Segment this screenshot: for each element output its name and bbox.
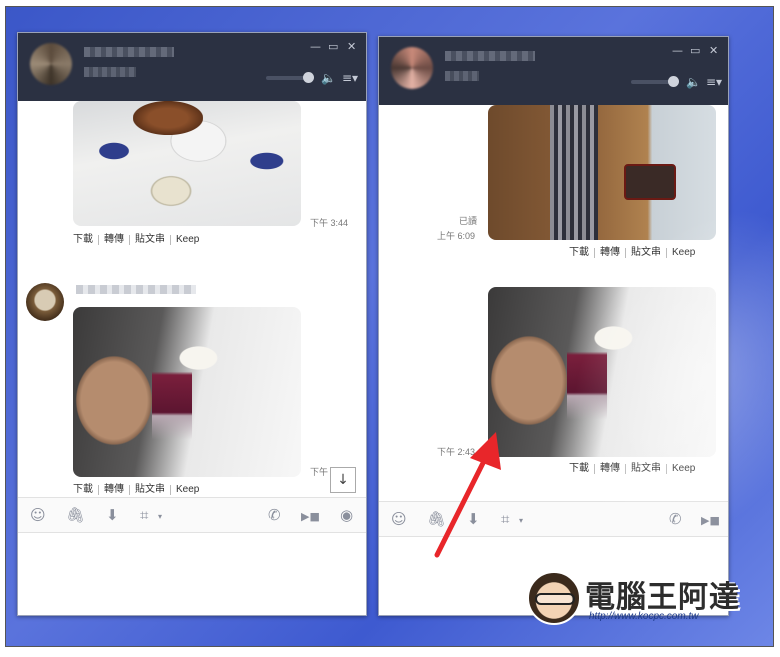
photo-actions: 下載 轉傳 貼文串 Keep: [569, 464, 700, 474]
contact-status-blurred: [84, 67, 136, 77]
phone-icon[interactable]: ✆: [268, 507, 281, 523]
chat-history[interactable]: 下午 3:44 下載 轉傳 貼文串 Keep 下午 ↓ 下載 轉傳 貼文串 Ke…: [18, 101, 366, 497]
video-call-icon[interactable]: ▶■: [701, 513, 720, 529]
menu-icon[interactable]: ≡▾: [342, 71, 358, 85]
contact-status-blurred: [445, 71, 479, 81]
contact-name-blurred: [84, 47, 174, 57]
keep-link[interactable]: Keep: [171, 235, 204, 245]
photo-actions: 下載 轉傳 貼文串 Keep: [73, 485, 204, 495]
photo-message-parfait[interactable]: [488, 287, 716, 457]
maximize-button[interactable]: ▭: [328, 41, 338, 53]
message-time: 下午 2:43: [437, 447, 476, 457]
window-titlebar[interactable]: — ▭ ✕ 🔈 ≡▾: [18, 33, 366, 101]
message-input[interactable]: [18, 533, 366, 615]
scroll-down-button[interactable]: ↓: [330, 467, 356, 493]
chat-window-right: — ▭ ✕ 🔈 ≡▾ 已讀 上午 6:09 下載 轉傳 貼文串 Keep 下午 …: [378, 36, 729, 616]
attach-icon[interactable]: 🖇: [66, 507, 85, 523]
post-to-timeline-link[interactable]: 貼文串: [130, 485, 171, 495]
post-to-timeline-link[interactable]: 貼文串: [130, 235, 171, 245]
maximize-button[interactable]: ▭: [690, 45, 700, 57]
contact-name-blurred: [445, 51, 535, 61]
logo-url: http://www.kocpc.com.tw: [589, 611, 699, 622]
photo-message-food[interactable]: [73, 101, 301, 226]
forward-link[interactable]: 轉傳: [99, 485, 130, 495]
window-titlebar[interactable]: — ▭ ✕ 🔈 ≡▾: [379, 37, 728, 105]
volume-slider-knob[interactable]: [668, 76, 679, 87]
photo-message-outfit[interactable]: [488, 105, 716, 240]
forward-link[interactable]: 轉傳: [595, 464, 626, 474]
chevron-down-icon[interactable]: ▾: [519, 516, 523, 525]
minimize-button[interactable]: —: [672, 45, 683, 57]
attach-icon[interactable]: 🖇: [427, 511, 446, 527]
download-icon[interactable]: ⬇: [467, 511, 480, 527]
download-icon[interactable]: ⬇: [106, 507, 119, 523]
close-button[interactable]: ✕: [347, 41, 356, 53]
download-link[interactable]: 下載: [73, 235, 99, 245]
chat-window-left: — ▭ ✕ 🔈 ≡▾ 下午 3:44 下載 轉傳 貼文串 Keep 下午 ↓ 下…: [17, 32, 367, 616]
contact-avatar-blurred[interactable]: [30, 43, 72, 85]
read-receipt: 已讀: [459, 216, 478, 226]
volume-slider-knob[interactable]: [303, 72, 314, 83]
keep-link[interactable]: Keep: [667, 464, 700, 474]
photo-message-parfait[interactable]: [73, 307, 301, 477]
chat-history[interactable]: 已讀 上午 6:09 下載 轉傳 貼文串 Keep 下午 2:43 下載 轉傳 …: [379, 105, 728, 501]
message-time: 下午: [310, 467, 329, 477]
screenshot-icon[interactable]: ⌗: [140, 507, 148, 523]
sender-avatar[interactable]: [26, 283, 64, 321]
logo-name: 電腦王阿達: [585, 580, 740, 615]
sender-name-blurred: [76, 285, 196, 294]
contact-avatar-blurred[interactable]: [391, 47, 433, 89]
minimize-button[interactable]: —: [310, 41, 321, 53]
chat-toolbar: ☺ 🖇 ⬇ ⌗ ▾ ✆ ▶■ ◉: [18, 497, 366, 533]
keep-link[interactable]: Keep: [171, 485, 204, 495]
keep-link[interactable]: Keep: [667, 248, 700, 258]
post-to-timeline-link[interactable]: 貼文串: [626, 248, 667, 258]
video-call-icon[interactable]: ▶■: [301, 509, 320, 525]
menu-icon[interactable]: ≡▾: [706, 75, 722, 89]
desktop-background: — ▭ ✕ 🔈 ≡▾ 下午 3:44 下載 轉傳 貼文串 Keep 下午 ↓ 下…: [5, 6, 774, 647]
photo-actions: 下載 轉傳 貼文串 Keep: [569, 248, 700, 258]
phone-icon[interactable]: ✆: [669, 511, 682, 527]
emoji-icon[interactable]: ☺: [391, 511, 407, 527]
emoji-icon[interactable]: ☺: [30, 507, 46, 523]
chevron-down-icon[interactable]: ▾: [158, 512, 162, 521]
photo-actions: 下載 轉傳 貼文串 Keep: [73, 235, 204, 245]
download-link[interactable]: 下載: [569, 248, 595, 258]
message-time: 上午 6:09: [437, 231, 476, 241]
message-time: 下午 3:44: [310, 218, 349, 228]
close-button[interactable]: ✕: [709, 45, 718, 57]
forward-link[interactable]: 轉傳: [99, 235, 130, 245]
download-link[interactable]: 下載: [73, 485, 99, 495]
chat-toolbar: ☺ 🖇 ⬇ ⌗ ▾ ✆ ▶■: [379, 501, 728, 537]
speaker-icon[interactable]: 🔈: [686, 75, 701, 89]
watermark-logo: 電腦王阿達 http://www.kocpc.com.tw: [527, 569, 747, 631]
forward-link[interactable]: 轉傳: [595, 248, 626, 258]
post-to-timeline-link[interactable]: 貼文串: [626, 464, 667, 474]
glasses-icon: [535, 593, 575, 605]
speaker-icon[interactable]: 🔈: [321, 71, 336, 85]
live-icon[interactable]: ◉: [340, 507, 353, 523]
screenshot-icon[interactable]: ⌗: [501, 511, 509, 527]
download-link[interactable]: 下載: [569, 464, 595, 474]
